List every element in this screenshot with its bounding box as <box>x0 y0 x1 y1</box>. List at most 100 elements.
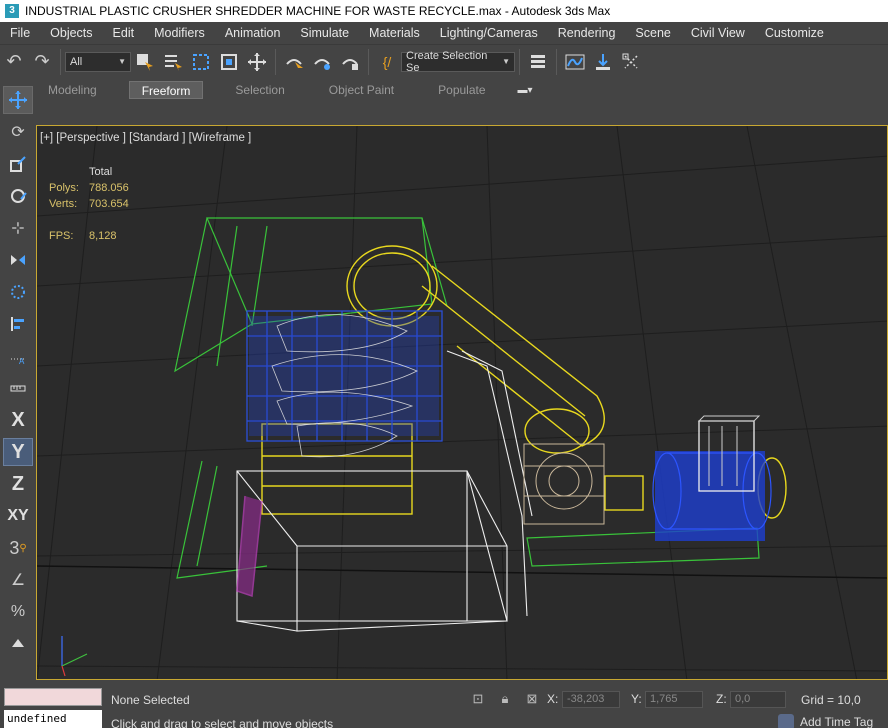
redo-icon[interactable]: ↷ <box>28 48 56 76</box>
support-leg <box>236 495 263 598</box>
crusher-chamber-fill <box>249 316 439 436</box>
menu-bar: File Objects Edit Modifiers Animation Si… <box>0 22 888 44</box>
menu-modifiers[interactable]: Modifiers <box>144 26 215 40</box>
chevron-down-icon: ▼ <box>118 57 126 66</box>
absolute-mode-icon[interactable]: ⊠ <box>524 691 540 707</box>
menu-animation[interactable]: Animation <box>215 26 291 40</box>
percent-snap-toggle-icon[interactable]: % <box>3 598 33 626</box>
menu-civil-view[interactable]: Civil View <box>681 26 755 40</box>
select-by-name-icon[interactable] <box>159 48 187 76</box>
toolbar-divider <box>519 48 520 75</box>
menu-lighting-cameras[interactable]: Lighting/Cameras <box>430 26 548 40</box>
menu-rendering[interactable]: Rendering <box>548 26 626 40</box>
window-title: INDUSTRIAL PLASTIC CRUSHER SHREDDER MACH… <box>25 4 611 18</box>
tab-freeform[interactable]: Freeform <box>128 81 204 99</box>
menu-materials[interactable]: Materials <box>359 26 430 40</box>
menu-objects[interactable]: Objects <box>40 26 102 40</box>
ground-horizon-line <box>37 565 887 579</box>
snap-toggle-icon[interactable] <box>280 48 308 76</box>
viewport-label[interactable]: [+] [Perspective ] [Standard ] [Wirefram… <box>40 132 251 144</box>
ribbon-options-icon[interactable]: ▬▾ <box>518 85 533 96</box>
status-bar: undefined None Selected Click and drag t… <box>0 684 888 728</box>
axis-z-button[interactable]: Z <box>3 470 33 498</box>
spinner-snap-icon[interactable] <box>3 630 33 658</box>
spacing-tool-icon[interactable]: A <box>3 342 33 370</box>
y-coordinate-field[interactable]: 1,765 <box>645 691 703 708</box>
tab-selection[interactable]: Selection <box>223 81 296 99</box>
menu-customize[interactable]: Customize <box>755 26 834 40</box>
layer-explorer-icon[interactable] <box>524 48 552 76</box>
polys-value: 788.056 <box>89 182 129 194</box>
add-time-tag-button[interactable]: Add Time Tag <box>778 714 888 728</box>
verts-value: 703.654 <box>89 198 129 210</box>
select-object-icon[interactable] <box>131 48 159 76</box>
rotate-icon[interactable]: ⟳ <box>3 118 33 146</box>
angle-snap-icon[interactable] <box>308 48 336 76</box>
gearbox-wireframe <box>523 443 605 525</box>
lock-icon[interactable]: 🔒︎ <box>497 691 513 707</box>
material-editor-icon[interactable] <box>617 48 645 76</box>
mirror-icon[interactable] <box>3 246 33 274</box>
named-selection-set-dropdown[interactable]: Create Selection Se ▼ <box>401 50 515 74</box>
select-move-icon[interactable] <box>3 86 33 114</box>
grid-size: Grid = 10,0 <box>801 693 861 707</box>
maxscript-listener-input[interactable] <box>4 688 102 706</box>
array-icon[interactable] <box>3 278 33 306</box>
menu-simulate[interactable]: Simulate <box>290 26 359 40</box>
polys-label: Polys: <box>49 182 79 194</box>
axis-xy-button[interactable]: XY <box>3 502 33 530</box>
title-bar: 3 INDUSTRIAL PLASTIC CRUSHER SHREDDER MA… <box>0 0 888 22</box>
align-icon[interactable] <box>3 310 33 338</box>
tab-object-paint[interactable]: Object Paint <box>317 81 406 99</box>
chevron-down-icon: ▼ <box>502 57 510 66</box>
rect-selection-region-icon[interactable] <box>187 48 215 76</box>
measure-icon[interactable] <box>3 374 33 402</box>
move-icon[interactable] <box>243 48 271 76</box>
snap-3d-icon[interactable]: 3 ⚲ <box>3 534 33 562</box>
selection-filter-dropdown[interactable]: All ▼ <box>65 51 131 72</box>
scene-statistics: Total Polys: 788.056 Verts: 703.654 FPS: 8,… <box>49 164 129 244</box>
angle-snap-toggle-icon[interactable]: ∠ <box>3 566 33 594</box>
percent-snap-icon[interactable] <box>336 48 364 76</box>
time-tag-icon <box>778 714 794 728</box>
placement-icon[interactable] <box>3 182 33 210</box>
maxscript-listener-output[interactable]: undefined <box>4 710 102 728</box>
selection-status: None Selected <box>111 693 190 707</box>
pivot-icon[interactable]: ⊹ <box>3 214 33 242</box>
ground-grid <box>37 126 887 679</box>
edit-named-selection-icon[interactable]: {/ <box>373 48 401 76</box>
menu-edit[interactable]: Edit <box>103 26 145 40</box>
undo-icon[interactable]: ↶ <box>0 48 28 76</box>
app-icon: 3 <box>5 4 19 18</box>
axis-tripod <box>61 636 88 677</box>
z-coordinate-label: Z: <box>716 692 727 706</box>
menu-file[interactable]: File <box>0 26 40 40</box>
axis-x-button[interactable]: X <box>3 406 33 434</box>
z-coordinate-field[interactable]: 0,0 <box>730 691 786 708</box>
stats-header: Total <box>89 166 113 178</box>
schematic-view-icon[interactable] <box>589 48 617 76</box>
tab-populate[interactable]: Populate <box>426 81 497 99</box>
axis-y-button[interactable]: Y <box>3 438 33 466</box>
svg-text:A: A <box>19 357 25 365</box>
isolate-selection-icon[interactable]: ⊡ <box>470 691 486 707</box>
toolbar-divider <box>368 48 369 75</box>
curve-editor-icon[interactable] <box>561 48 589 76</box>
viewport-canvas[interactable] <box>37 126 888 680</box>
main-toolbar: ↶ ↷ All ▼ {/ Create Selection Se ▼ <box>0 44 888 78</box>
ribbon-panel <box>36 100 888 124</box>
x-coordinate-label: X: <box>547 692 559 706</box>
fps-label: FPS: <box>49 230 74 242</box>
perspective-viewport[interactable]: [+] [Perspective ] [Standard ] [Wirefram… <box>36 125 888 680</box>
toolbar-divider <box>60 48 61 75</box>
menu-scene[interactable]: Scene <box>625 26 680 40</box>
prompt-line: Click and drag to select and move object… <box>111 717 334 728</box>
window-crossing-icon[interactable] <box>215 48 243 76</box>
verts-label: Verts: <box>49 198 78 210</box>
scale-icon[interactable] <box>3 150 33 178</box>
x-coordinate-field[interactable]: -38,203 <box>562 691 620 708</box>
y-coordinate-label: Y: <box>631 692 642 706</box>
time-tag-label: Add Time Tag <box>800 715 874 728</box>
tab-modeling[interactable]: Modeling <box>36 81 109 99</box>
ribbon-tabs: Modeling Freeform Selection Object Paint… <box>36 80 888 100</box>
